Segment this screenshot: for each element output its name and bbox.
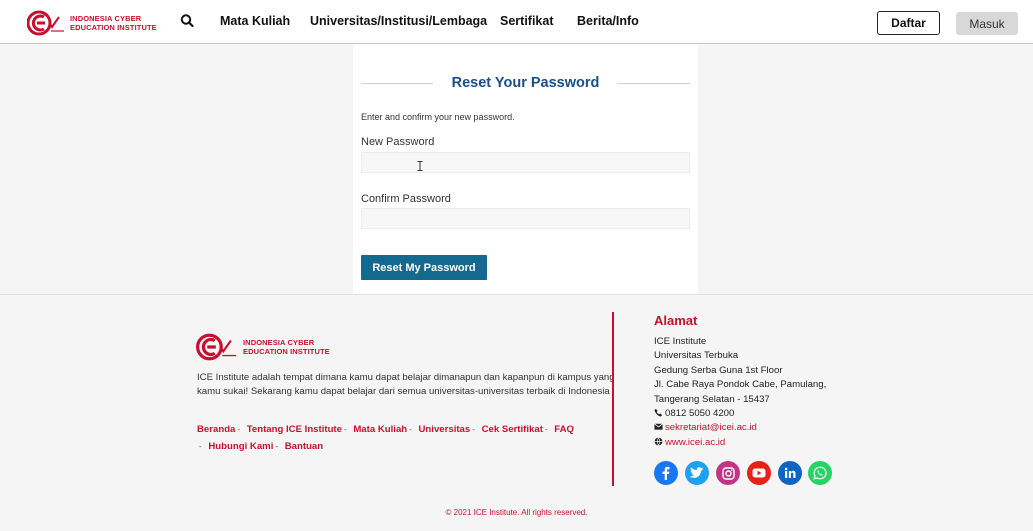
instagram-icon[interactable] — [716, 461, 740, 485]
copyright-text: © 2021 ICE Institute. All rights reserve… — [445, 508, 588, 517]
footer-vertical-divider — [612, 312, 614, 486]
nav-universitas[interactable]: Universitas/Institusi/Lembaga — [310, 14, 487, 28]
title-row: Reset Your Password — [361, 74, 690, 94]
facebook-glyph — [662, 466, 670, 480]
website-line: www.icei.ac.id — [654, 437, 725, 448]
footer-link-mata-kuliah[interactable]: Mata Kuliah — [353, 424, 407, 435]
page-title: Reset Your Password — [451, 75, 600, 91]
twitter-glyph — [690, 467, 704, 478]
footer-brand-line-2: EDUCATION INSTITUTE — [243, 347, 330, 356]
phone-number: 0812 5050 4200 — [665, 408, 735, 419]
footer-brand-line-1: INDONESIA CYBER — [243, 338, 315, 347]
instagram-glyph — [721, 466, 735, 480]
link-separator: - — [275, 442, 279, 451]
address-line: Universitas Terbuka — [654, 350, 739, 361]
link-separator: - — [343, 425, 347, 434]
link-separator: - — [472, 425, 475, 434]
envelope-icon — [654, 423, 663, 430]
alamat-heading: Alamat — [654, 313, 698, 328]
brand-line-1: INDONESIA CYBER — [70, 14, 142, 23]
footer-link-cek-sertifikat[interactable]: Cek Sertifikat — [482, 424, 543, 435]
reset-password-card: Reset Your Password Enter and confirm yo… — [353, 44, 698, 294]
footer-link-bantuan[interactable]: Bantuan — [285, 441, 323, 452]
footer-brand-name: INDONESIA CYBER EDUCATION INSTITUTE — [243, 338, 330, 356]
globe-icon — [654, 437, 663, 446]
linkedin-glyph — [784, 467, 796, 478]
footer-link-faq[interactable]: FAQ — [554, 424, 574, 435]
nav-sertifikat[interactable]: Sertifikat — [500, 14, 554, 28]
footer-link-hubungi-kami[interactable]: Hubungi Kami — [208, 441, 273, 452]
ice-logo-icon — [196, 333, 237, 361]
website-link[interactable]: www.icei.ac.id — [665, 437, 725, 448]
new-password-label: New Password — [361, 136, 435, 148]
phone-icon — [654, 408, 663, 417]
whatsapp-glyph — [813, 466, 827, 480]
text-cursor-icon — [417, 161, 423, 171]
footer-logo[interactable]: INDONESIA CYBER EDUCATION INSTITUTE — [196, 332, 330, 362]
address-line: Jl. Cabe Raya Pondok Cabe, Pamulang, — [654, 379, 827, 390]
brand-line-2: EDUCATION INSTITUTE — [70, 23, 157, 32]
phone-line: 0812 5050 4200 — [654, 408, 734, 419]
whatsapp-icon[interactable] — [808, 461, 832, 485]
youtube-icon[interactable] — [747, 461, 771, 485]
footer-link-beranda[interactable]: Beranda — [197, 424, 235, 435]
footer-links: Beranda - Tentang ICE Institute - Mata Kul… — [197, 421, 597, 455]
search-icon[interactable] — [180, 13, 194, 29]
link-separator: - — [544, 425, 548, 434]
brand-name: INDONESIA CYBER EDUCATION INSTITUTE — [70, 14, 157, 32]
confirm-password-input[interactable] — [361, 208, 690, 229]
nav-mata-kuliah[interactable]: Mata Kuliah — [220, 14, 290, 28]
reset-password-button[interactable]: Reset My Password — [361, 255, 487, 280]
masuk-button[interactable]: Masuk — [956, 12, 1018, 35]
facebook-icon[interactable] — [654, 461, 678, 485]
brand-logo[interactable]: INDONESIA CYBER EDUCATION INSTITUTE — [27, 9, 157, 37]
address-line: Gedung Serba Guna 1st Floor — [654, 365, 783, 376]
link-separator: - — [237, 425, 241, 434]
link-separator: - — [409, 425, 412, 434]
email-link[interactable]: sekretariat@icei.ac.id — [665, 422, 757, 433]
new-password-input[interactable] — [361, 152, 690, 173]
address-line: ICE Institute — [654, 336, 707, 347]
footer-divider — [0, 294, 1033, 295]
footer-link-universitas[interactable]: Universitas — [419, 424, 471, 435]
youtube-glyph — [752, 468, 766, 478]
ice-logo-icon — [27, 10, 64, 36]
footer-link-tentang[interactable]: Tentang ICE Institute — [247, 424, 342, 435]
form-instructions: Enter and confirm your new password. — [361, 112, 515, 122]
linkedin-icon[interactable] — [778, 461, 802, 485]
twitter-icon[interactable] — [685, 461, 709, 485]
email-line: sekretariat@icei.ac.id — [654, 422, 757, 433]
address-line: Tangerang Selatan - 15437 — [654, 394, 770, 405]
footer-description: ICE Institute adalah tempat dimana kamu … — [197, 372, 615, 397]
daftar-button[interactable]: Daftar — [877, 11, 940, 35]
top-navbar: INDONESIA CYBER EDUCATION INSTITUTE Mata… — [0, 0, 1033, 44]
nav-berita-info[interactable]: Berita/Info — [577, 14, 639, 28]
confirm-password-label: Confirm Password — [361, 193, 451, 205]
link-separator: - — [199, 442, 202, 451]
